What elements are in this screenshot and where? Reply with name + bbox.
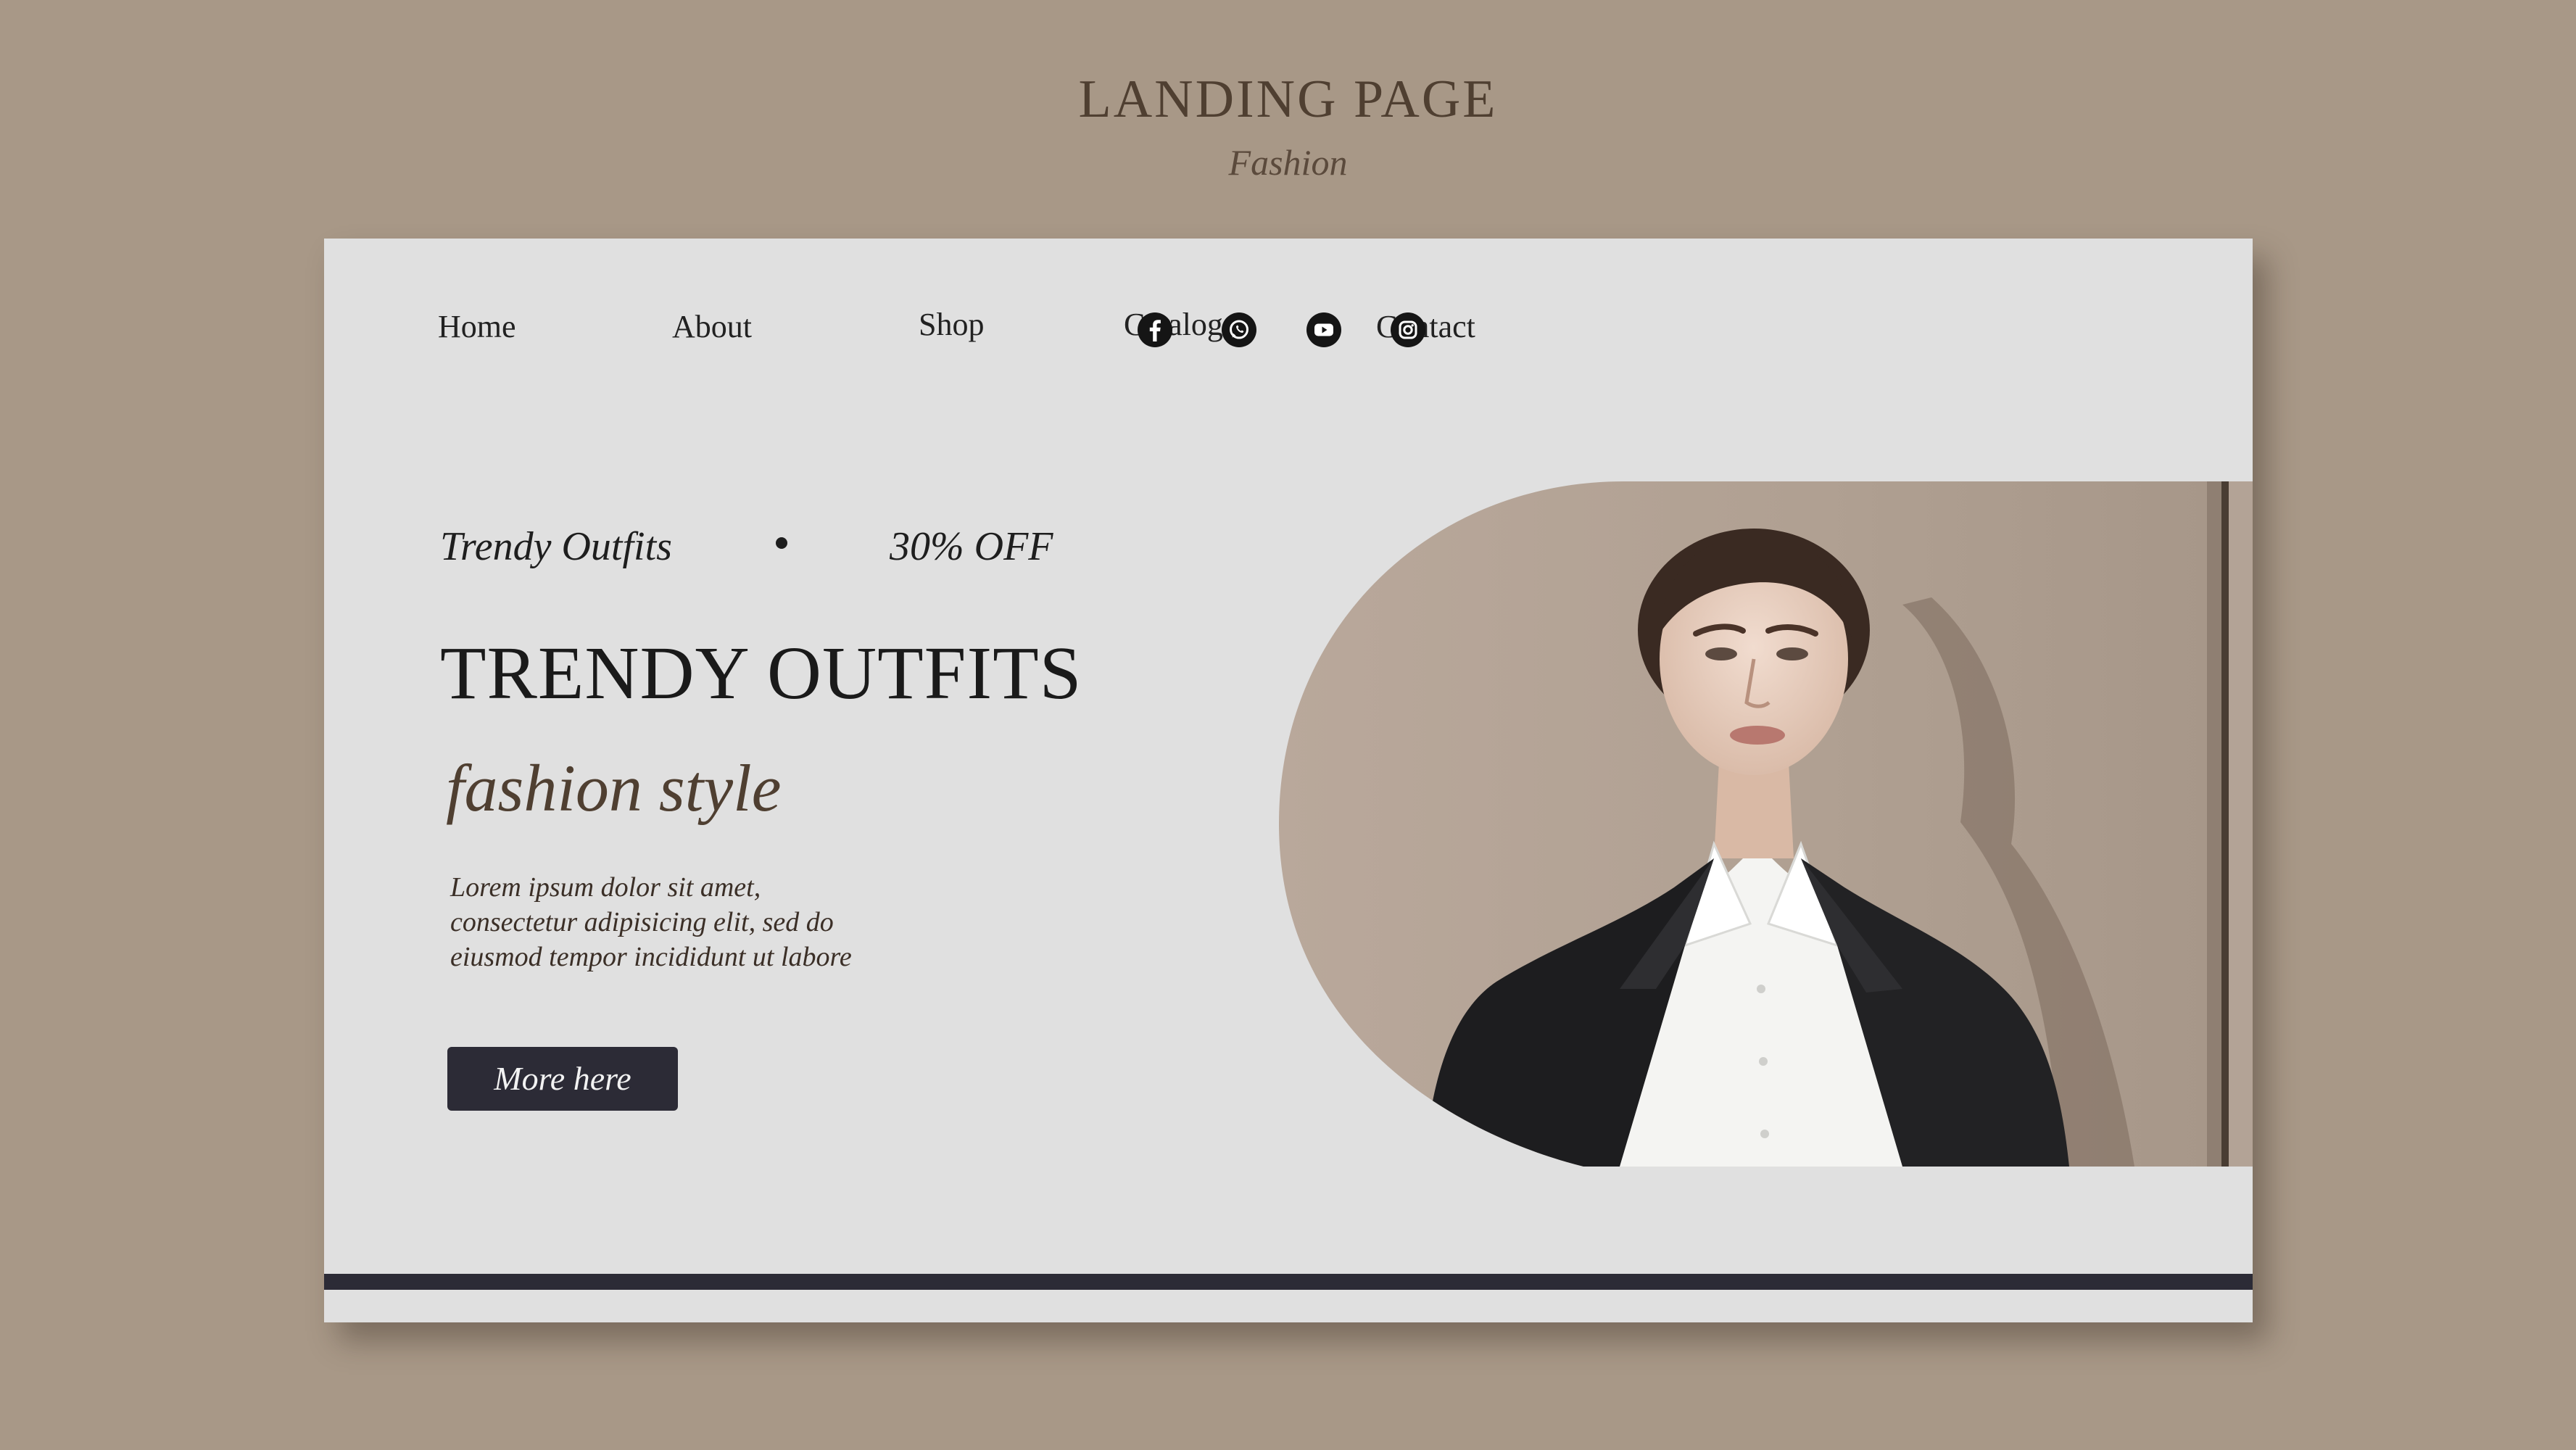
landing-page-mockup: Home About Shop Catalog Contact Trendy O…	[324, 239, 2253, 1322]
hero-model-photo	[1279, 481, 2253, 1167]
nav-home-link[interactable]: Home	[438, 308, 516, 345]
footer-divider-bar	[324, 1274, 2253, 1290]
more-here-button[interactable]: More here	[447, 1047, 678, 1111]
description-line: consectetur adipisicing elit, sed do	[450, 907, 834, 937]
discount-label: 30% OFF	[890, 524, 1053, 569]
hero-description: Lorem ipsum dolor sit amet, consectetur …	[450, 870, 1001, 974]
presentation-subtitle: Fashion	[1228, 142, 1348, 183]
instagram-icon[interactable]	[1391, 312, 1425, 347]
presentation-title: LANDING PAGE	[1078, 70, 1498, 129]
description-line: eiusmod tempor incididunt ut labore	[450, 942, 852, 972]
whatsapp-icon[interactable]	[1222, 312, 1256, 347]
hero-subheading: fashion style	[446, 751, 782, 825]
hero-heading: TRENDY OUTFITS	[440, 631, 1082, 715]
bullet-separator	[776, 537, 787, 549]
hero-tag-label: Trendy Outfits	[440, 524, 672, 569]
nav-about-link[interactable]: About	[672, 308, 752, 345]
youtube-icon[interactable]	[1306, 312, 1341, 347]
nav-shop-link[interactable]: Shop	[919, 306, 984, 343]
description-line: Lorem ipsum dolor sit amet,	[450, 872, 761, 903]
facebook-icon[interactable]	[1138, 312, 1172, 347]
